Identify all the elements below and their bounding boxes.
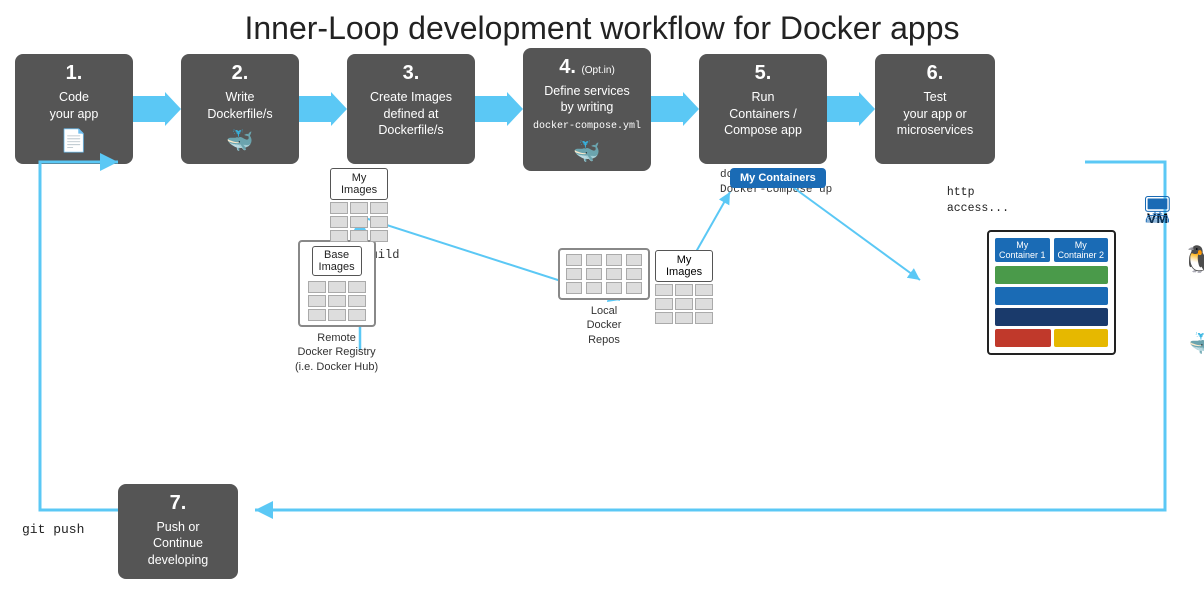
local-repos-box bbox=[558, 248, 650, 300]
container-row-navy bbox=[995, 308, 1108, 326]
my-images-bottom: MyImages bbox=[655, 250, 713, 324]
step-2-number: 2. bbox=[232, 62, 249, 85]
step-7-label: Push orContinuedeveloping bbox=[148, 519, 208, 568]
registry-label: RemoteDocker Registry(i.e. Docker Hub) bbox=[295, 331, 378, 374]
local-repos-area: LocalDockerRepos bbox=[558, 248, 650, 347]
container-row-bottom bbox=[995, 329, 1108, 347]
step-6-box: 6. Testyour app ormicroservices bbox=[875, 54, 995, 164]
step-5-label: RunContainers /Compose app bbox=[724, 89, 802, 138]
vm-area: VM 🖥 MyContainer 1 MyContainer 2 bbox=[987, 210, 1182, 355]
arrow-2-3 bbox=[299, 90, 347, 128]
step-1-number: 1. bbox=[66, 62, 83, 85]
container1-header: MyContainer 1 bbox=[995, 238, 1050, 262]
page-title: Inner-Loop development workflow for Dock… bbox=[20, 10, 1184, 47]
my-containers-box: My Containers bbox=[730, 168, 826, 188]
arrow-4-5 bbox=[651, 90, 699, 128]
container-row-red bbox=[995, 329, 1051, 347]
step-2-label: WriteDockerfile/s bbox=[207, 89, 272, 122]
step-4-number: 4. (Opt.in) bbox=[559, 56, 615, 79]
container-row-blue bbox=[995, 287, 1108, 305]
docker-whale-icon: 🐳 bbox=[1189, 331, 1204, 357]
arrow-1-2 bbox=[133, 90, 181, 128]
my-images-bottom-label: MyImages bbox=[655, 250, 713, 282]
my-images-top-label: MyImages bbox=[330, 168, 388, 200]
container-headers: MyContainer 1 MyContainer 2 bbox=[995, 238, 1108, 262]
step-4-icon: 🐳 bbox=[573, 139, 600, 165]
step-2-icon: 🐳 bbox=[226, 128, 253, 154]
step-1-icon: 📄 bbox=[60, 128, 87, 154]
step-3-box: 3. Create Imagesdefined atDockerfile/s bbox=[347, 54, 475, 164]
vm-box: MyContainer 1 MyContainer 2 bbox=[987, 230, 1116, 355]
step-3-label: Create Imagesdefined atDockerfile/s bbox=[370, 89, 452, 138]
my-images-top: MyImages bbox=[330, 168, 388, 242]
step-3-number: 3. bbox=[403, 62, 420, 85]
steps-row: 1. Codeyour app 📄 2. WriteDockerfile/s 🐳… bbox=[15, 48, 1189, 171]
step-6-label: Testyour app ormicroservices bbox=[897, 89, 973, 138]
step-4-opt: (Opt.in) bbox=[581, 65, 614, 76]
step-1-label: Codeyour app bbox=[50, 89, 99, 122]
docker-registry-box: BaseImages bbox=[298, 240, 376, 327]
step-7-number: 7. bbox=[170, 492, 187, 515]
arrow-5-6 bbox=[827, 90, 875, 128]
arrow-3-4 bbox=[475, 90, 523, 128]
monitor-icon: 🖥 bbox=[1141, 194, 1174, 225]
step-6-number: 6. bbox=[927, 62, 944, 85]
step-4-label: Define servicesby writingdocker-compose.… bbox=[533, 83, 641, 133]
git-push-label: git push bbox=[22, 522, 84, 537]
page: Inner-Loop development workflow for Dock… bbox=[0, 0, 1204, 591]
step-2-box: 2. WriteDockerfile/s 🐳 bbox=[181, 54, 299, 164]
container-row-yellow bbox=[1054, 329, 1108, 347]
local-repos-label: LocalDockerRepos bbox=[587, 304, 622, 347]
container-rows bbox=[995, 266, 1108, 347]
container-row-green bbox=[995, 266, 1108, 284]
step-7-box: 7. Push orContinuedeveloping bbox=[118, 484, 238, 579]
container2-header: MyContainer 2 bbox=[1054, 238, 1109, 262]
docker-registry-area: BaseImages RemoteDocker bbox=[295, 240, 378, 374]
base-images-label: BaseImages bbox=[312, 246, 362, 276]
step-4-box: 4. (Opt.in) Define servicesby writingdoc… bbox=[523, 48, 651, 171]
step-5-box: 5. RunContainers /Compose app bbox=[699, 54, 827, 164]
step-1-box: 1. Codeyour app 📄 bbox=[15, 54, 133, 164]
step-5-number: 5. bbox=[755, 62, 772, 85]
linux-penguin-icon: 🐧 bbox=[1182, 244, 1204, 275]
